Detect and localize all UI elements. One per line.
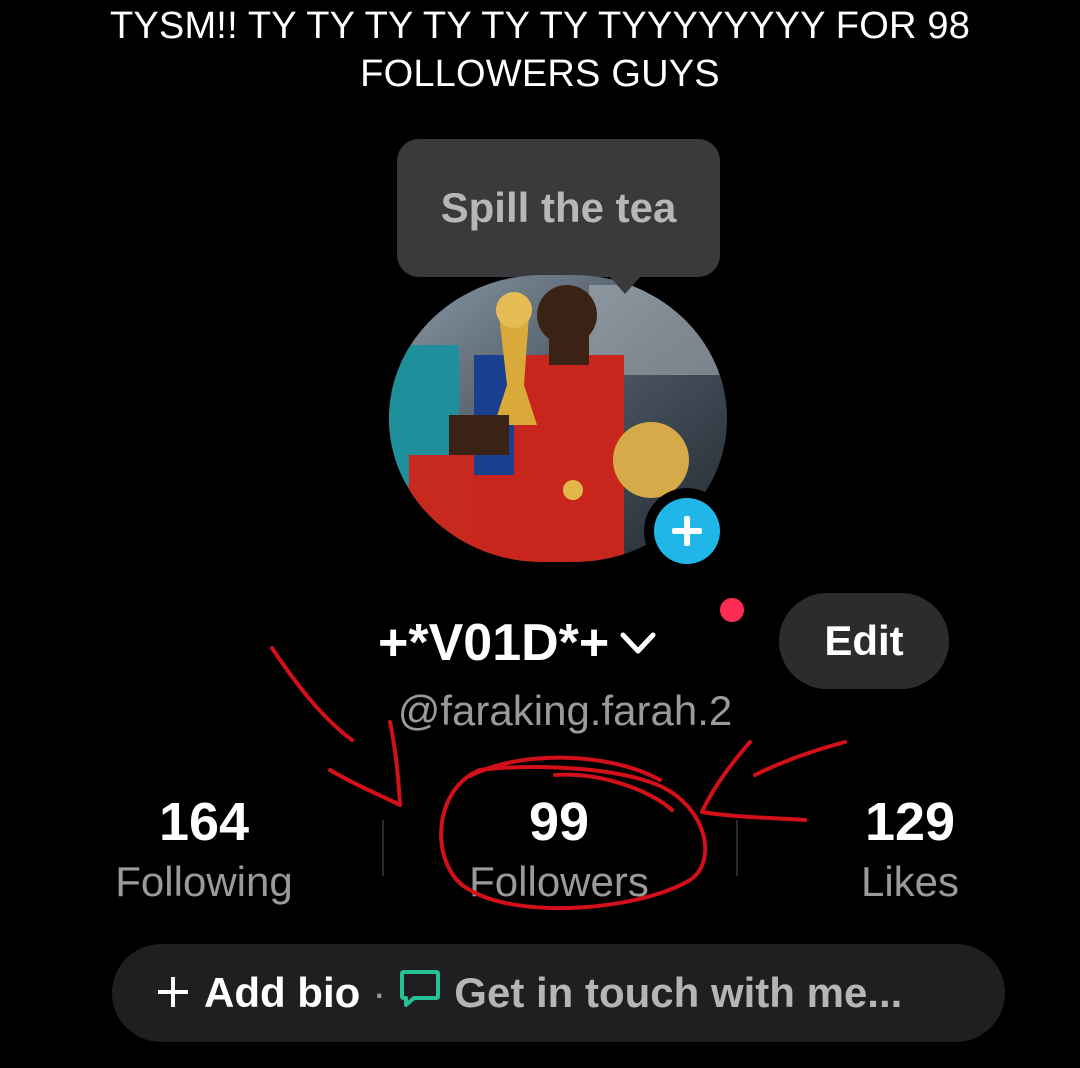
contact-link[interactable]: Get in touch with me... <box>454 969 902 1017</box>
stat-divider <box>736 820 738 876</box>
chevron-down-icon[interactable] <box>617 623 659 663</box>
stat-followers[interactable]: 99 Followers <box>409 790 709 910</box>
followers-count: 99 <box>528 792 590 852</box>
caption-line-2: FOLLOWERS GUYS <box>360 53 720 95</box>
likes-label: Likes <box>860 858 960 905</box>
display-name: +*V01D*+ <box>378 614 610 672</box>
tooltip-pointer <box>609 276 641 294</box>
following-count: 164 <box>158 792 250 852</box>
stat-likes[interactable]: 129 Likes <box>760 790 1060 910</box>
separator-dot: · <box>372 969 387 1016</box>
following-label: Following <box>115 858 293 905</box>
tooltip-text: Spill the tea <box>440 184 677 231</box>
profile-name-row[interactable]: +*V01D*+ <box>378 608 659 678</box>
spill-the-tea-tooltip[interactable]: Spill the tea <box>397 139 720 277</box>
edit-profile-button[interactable]: Edit <box>779 593 949 689</box>
bio-bar: Add bio · Get in touch with me... <box>112 944 1005 1042</box>
username: @faraking.farah.2 <box>397 687 733 734</box>
notification-dot <box>720 598 744 622</box>
edit-button-label: Edit <box>824 617 904 664</box>
stat-divider <box>382 820 384 876</box>
likes-count: 129 <box>864 792 956 852</box>
plus-icon <box>672 516 702 546</box>
plus-icon <box>156 970 190 1016</box>
add-avatar-button[interactable] <box>644 488 730 574</box>
video-caption: TYSM!! TY TY TY TY TY TY TYYYYYYYY FOR 9… <box>0 2 1080 98</box>
add-bio-button[interactable]: Add bio <box>204 969 360 1017</box>
chat-bubble-icon <box>398 966 442 1020</box>
followers-label: Followers <box>469 858 649 905</box>
caption-line-1: TYSM!! TY TY TY TY TY TY TYYYYYYYY FOR 9… <box>109 5 971 47</box>
profile-stats: 164 Following 99 Followers 129 Likes <box>40 790 1040 920</box>
stat-following[interactable]: 164 Following <box>54 790 354 910</box>
